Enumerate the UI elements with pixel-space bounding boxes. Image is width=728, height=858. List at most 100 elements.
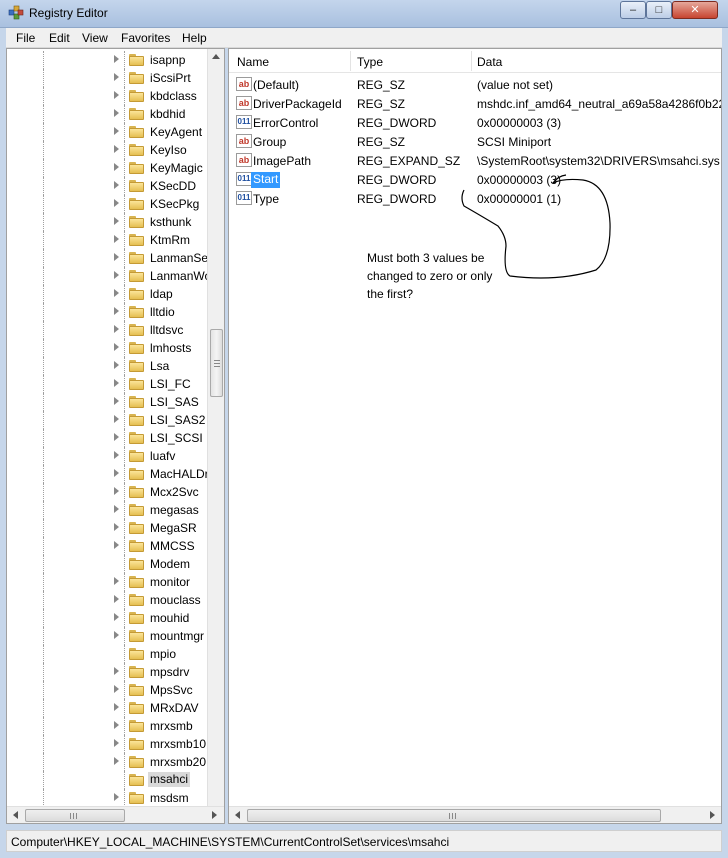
tree-item-ldap[interactable]: ldap [7, 285, 207, 303]
menu-file[interactable]: File [16, 31, 35, 45]
expand-arrow-icon[interactable] [114, 469, 119, 477]
expand-arrow-icon[interactable] [114, 73, 119, 81]
expand-arrow-icon[interactable] [114, 361, 119, 369]
tree-item-ksecpkg[interactable]: KSecPkg [7, 195, 207, 213]
tree-item-keyiso[interactable]: KeyIso [7, 141, 207, 159]
column-type-header[interactable]: Type [357, 55, 383, 69]
tree-horizontal-scrollbar[interactable] [7, 806, 224, 823]
tree-item-ktmrm[interactable]: KtmRm [7, 231, 207, 249]
expand-arrow-icon[interactable] [114, 289, 119, 297]
tree-horizontal-scroll-thumb[interactable] [25, 809, 125, 822]
expand-arrow-icon[interactable] [114, 523, 119, 531]
expand-arrow-icon[interactable] [114, 145, 119, 153]
expand-arrow-icon[interactable] [114, 505, 119, 513]
tree-item-msdsm[interactable]: msdsm [7, 789, 207, 807]
tree-item-ksecdd[interactable]: KSecDD [7, 177, 207, 195]
expand-arrow-icon[interactable] [114, 451, 119, 459]
tree-item-lsi-scsi[interactable]: LSI_SCSI [7, 429, 207, 447]
expand-arrow-icon[interactable] [114, 217, 119, 225]
expand-arrow-icon[interactable] [114, 199, 119, 207]
tree-item-modem[interactable]: Modem [7, 555, 207, 573]
value-row-start[interactable]: 011 Start REG_DWORD 0x00000003 (3) [229, 170, 721, 189]
tree-item-ksthunk[interactable]: ksthunk [7, 213, 207, 231]
expand-arrow-icon[interactable] [114, 55, 119, 63]
menu-edit[interactable]: Edit [49, 31, 70, 45]
expand-arrow-icon[interactable] [114, 379, 119, 387]
tree-item-mpsdrv[interactable]: mpsdrv [7, 663, 207, 681]
column-name-header[interactable]: Name [237, 55, 269, 69]
value-row-group[interactable]: ab Group REG_SZ SCSI Miniport [229, 132, 721, 151]
tree-item-monitor[interactable]: monitor [7, 573, 207, 591]
column-divider[interactable] [350, 51, 351, 71]
expand-arrow-icon[interactable] [114, 397, 119, 405]
expand-arrow-icon[interactable] [114, 577, 119, 585]
tree-item-mouhid[interactable]: mouhid [7, 609, 207, 627]
tree-item-mountmgr[interactable]: mountmgr [7, 627, 207, 645]
title-bar[interactable]: Registry Editor – □ ✕ [0, 0, 728, 28]
tree-item-mrxdav[interactable]: MRxDAV [7, 699, 207, 717]
expand-arrow-icon[interactable] [114, 127, 119, 135]
expand-arrow-icon[interactable] [114, 487, 119, 495]
tree-item-lsi-sas[interactable]: LSI_SAS [7, 393, 207, 411]
expand-arrow-icon[interactable] [114, 307, 119, 315]
value-row-type[interactable]: 011 Type REG_DWORD 0x00000001 (1) [229, 189, 721, 208]
tree-item-lltdio[interactable]: lltdio [7, 303, 207, 321]
tree-item-isapnp[interactable]: isapnp [7, 51, 207, 69]
tree-item-lltdsvc[interactable]: lltdsvc [7, 321, 207, 339]
tree-item-kbdhid[interactable]: kbdhid [7, 105, 207, 123]
key-tree-pane[interactable]: isapnp iScsiPrt kbdclass kbdhid KeyAgent KeyI… [6, 48, 225, 824]
tree-item-mrxsmb20[interactable]: mrxsmb20 [7, 753, 207, 771]
menu-favorites[interactable]: Favorites [121, 31, 170, 45]
tree-vertical-scrollbar[interactable] [207, 49, 224, 806]
tree-item-msahci[interactable]: msahci [7, 771, 207, 789]
scroll-right-icon[interactable] [710, 811, 715, 819]
tree-vertical-scroll-thumb[interactable] [210, 329, 223, 397]
expand-arrow-icon[interactable] [114, 703, 119, 711]
values-horizontal-scroll-thumb[interactable] [247, 809, 661, 822]
tree-item-mpio[interactable]: mpio [7, 645, 207, 663]
expand-arrow-icon[interactable] [114, 667, 119, 675]
values-horizontal-scrollbar[interactable] [229, 806, 721, 823]
tree-item-lsa[interactable]: Lsa [7, 357, 207, 375]
expand-arrow-icon[interactable] [114, 253, 119, 261]
tree-item-lanmanwo[interactable]: LanmanWo [7, 267, 211, 285]
tree-item-mpssvc[interactable]: MpsSvc [7, 681, 207, 699]
expand-arrow-icon[interactable] [114, 181, 119, 189]
expand-arrow-icon[interactable] [114, 721, 119, 729]
column-divider[interactable] [471, 51, 472, 71]
tree-item-mrxsmb10[interactable]: mrxsmb10 [7, 735, 207, 753]
tree-item-iscsiprt[interactable]: iScsiPrt [7, 69, 207, 87]
expand-arrow-icon[interactable] [114, 325, 119, 333]
menu-view[interactable]: View [82, 31, 108, 45]
value-row-imagepath[interactable]: ab ImagePath REG_EXPAND_SZ \SystemRoot\syst… [229, 151, 721, 170]
value-row-driverpackageid[interactable]: ab DriverPackageId REG_SZ mshdc.inf_amd64_n… [229, 94, 721, 113]
scroll-left-icon[interactable] [13, 811, 18, 819]
expand-arrow-icon[interactable] [114, 613, 119, 621]
tree-item-luafv[interactable]: luafv [7, 447, 207, 465]
tree-item-lanmanser[interactable]: LanmanSer [7, 249, 212, 267]
expand-arrow-icon[interactable] [114, 595, 119, 603]
tree-item-keyagent[interactable]: KeyAgent [7, 123, 207, 141]
expand-arrow-icon[interactable] [114, 343, 119, 351]
expand-arrow-icon[interactable] [114, 757, 119, 765]
value-row-default[interactable]: ab (Default) REG_SZ (value not set) [229, 75, 721, 94]
maximize-button[interactable]: □ [646, 1, 672, 19]
menu-help[interactable]: Help [182, 31, 207, 45]
expand-arrow-icon[interactable] [114, 739, 119, 747]
scroll-left-icon[interactable] [235, 811, 240, 819]
values-pane[interactable]: Name Type Data ab (Default) REG_SZ (value n… [228, 48, 722, 824]
tree-item-lsi-fc[interactable]: LSI_FC [7, 375, 207, 393]
tree-item-kbdclass[interactable]: kbdclass [7, 87, 207, 105]
expand-arrow-icon[interactable] [114, 415, 119, 423]
expand-arrow-icon[interactable] [114, 163, 119, 171]
scroll-right-icon[interactable] [212, 811, 217, 819]
tree-item-machaldr[interactable]: MacHALDr [7, 465, 209, 483]
expand-arrow-icon[interactable] [114, 793, 119, 801]
column-data-header[interactable]: Data [477, 55, 502, 69]
expand-arrow-icon[interactable] [114, 109, 119, 117]
close-button[interactable]: ✕ [672, 1, 718, 19]
expand-arrow-icon[interactable] [114, 271, 119, 279]
tree-item-megasr[interactable]: MegaSR [7, 519, 207, 537]
expand-arrow-icon[interactable] [114, 685, 119, 693]
tree-item-megasas[interactable]: megasas [7, 501, 207, 519]
